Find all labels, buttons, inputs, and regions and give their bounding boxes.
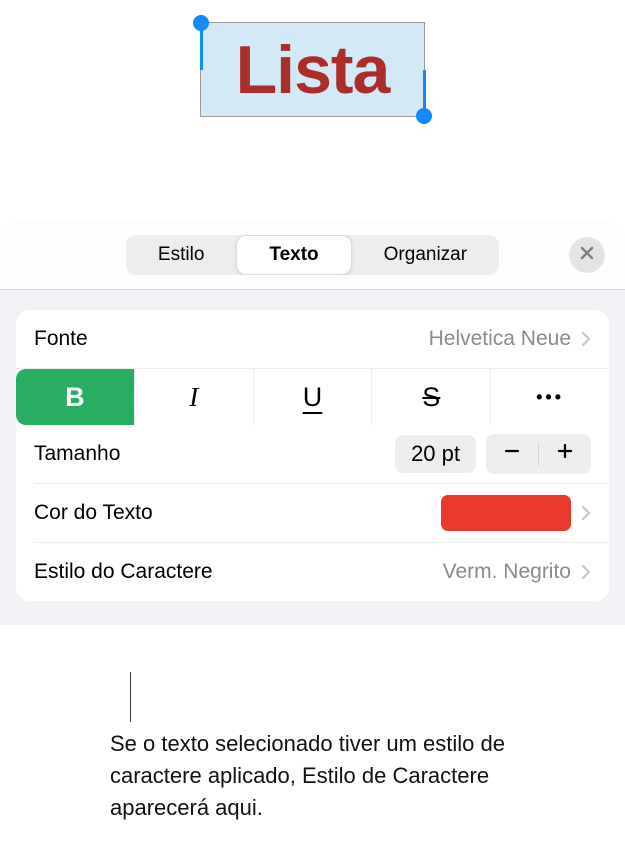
tab-arrange[interactable]: Organizar [352, 235, 499, 275]
text-color-label: Cor do Texto [34, 501, 153, 525]
text-color-row[interactable]: Cor do Texto [16, 484, 609, 542]
chevron-right-icon [581, 505, 591, 521]
text-format-card: Fonte Helvetica Neue B I U S ••• Tamanho… [16, 310, 609, 601]
tab-style[interactable]: Estilo [126, 235, 236, 275]
selected-textbox[interactable]: Lista [200, 22, 425, 117]
size-decrease-button[interactable] [486, 434, 538, 474]
underline-button[interactable]: U [254, 369, 373, 425]
character-style-label: Estilo do Caractere [34, 560, 213, 584]
format-panel-body: Fonte Helvetica Neue B I U S ••• Tamanho… [0, 290, 625, 625]
size-stepper [486, 434, 591, 474]
minus-icon [502, 441, 522, 467]
character-style-row[interactable]: Estilo do Caractere Verm. Negrito [16, 543, 609, 601]
italic-button[interactable]: I [135, 369, 254, 425]
text-color-swatch[interactable] [441, 495, 571, 531]
tab-segmented-control[interactable]: Estilo Texto Organizar [126, 235, 499, 275]
canvas-area[interactable]: Lista [0, 0, 625, 220]
more-options-button[interactable]: ••• [491, 369, 609, 425]
size-row: Tamanho 20 pt [16, 425, 609, 483]
font-value: Helvetica Neue [429, 327, 571, 351]
selection-handle-top-left[interactable] [193, 15, 209, 31]
close-button[interactable] [569, 237, 605, 273]
format-panel-header: Estilo Texto Organizar [0, 220, 625, 290]
bold-button[interactable]: B [16, 369, 135, 425]
size-label: Tamanho [34, 442, 120, 466]
close-icon [580, 244, 594, 265]
strikethrough-button[interactable]: S [372, 369, 491, 425]
character-style-value: Verm. Negrito [443, 560, 571, 584]
size-increase-button[interactable] [539, 434, 591, 474]
size-value[interactable]: 20 pt [395, 435, 476, 473]
tab-text[interactable]: Texto [236, 235, 351, 275]
callout-text: Se o texto selecionado tiver um estilo d… [110, 728, 570, 824]
font-label: Fonte [34, 327, 88, 351]
format-buttons-row: B I U S ••• [16, 368, 609, 425]
selected-text[interactable]: Lista [236, 31, 390, 109]
callout-leader-line [130, 672, 131, 722]
font-row[interactable]: Fonte Helvetica Neue [16, 310, 609, 368]
selection-handle-bottom-right[interactable] [416, 108, 432, 124]
chevron-right-icon [581, 564, 591, 580]
plus-icon [555, 441, 575, 467]
chevron-right-icon [581, 331, 591, 347]
